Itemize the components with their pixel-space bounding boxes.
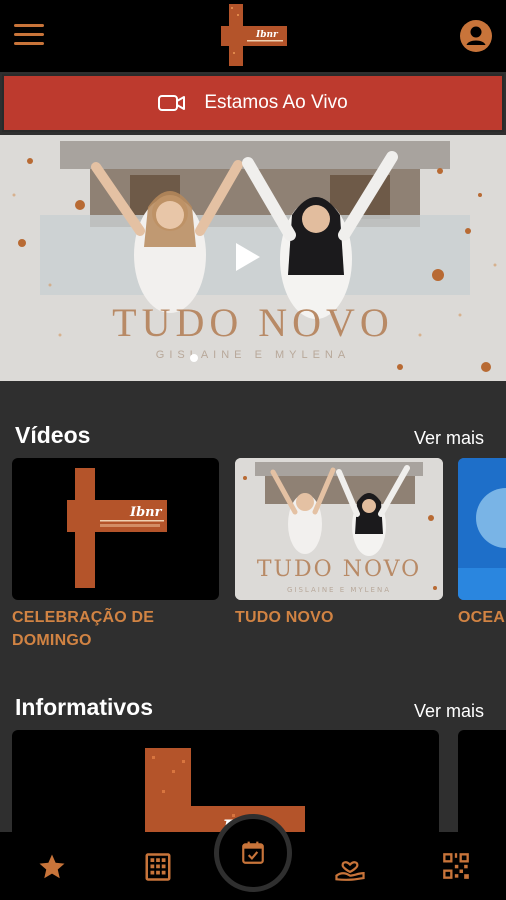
hand-heart-icon[interactable] xyxy=(334,852,366,882)
logo-text: Ibnr xyxy=(255,30,279,40)
hamburger-icon[interactable] xyxy=(14,22,48,48)
video-card-title: OCEA xyxy=(458,609,506,626)
play-icon[interactable] xyxy=(234,241,262,273)
calendar-grid-icon[interactable] xyxy=(143,852,173,882)
account-circle-icon[interactable] xyxy=(460,20,492,52)
video-card[interactable]: TUDO NOVO GISLAINE E MYLENA TUDO NOVO xyxy=(235,458,443,658)
video-card[interactable]: OCEA xyxy=(458,458,506,658)
informativo-thumbnail xyxy=(458,730,506,840)
svg-text:Ibnr: Ibnr xyxy=(129,505,163,520)
videos-see-more-link[interactable]: Ver mais xyxy=(414,428,484,449)
top-app-bar: Ibnr xyxy=(0,0,506,72)
video-thumbnail xyxy=(458,458,506,600)
qr-code-icon[interactable] xyxy=(442,852,470,880)
video-thumbnail-image xyxy=(458,458,506,600)
videos-section-title: Vídeos xyxy=(15,422,91,448)
hero-carousel[interactable]: TUDO NOVO GISLAINE E MYLENA xyxy=(0,135,506,381)
live-label: Estamos Ao Vivo xyxy=(204,92,348,113)
live-now-banner[interactable]: Estamos Ao Vivo xyxy=(2,74,504,132)
hero-title: TUDO NOVO xyxy=(112,300,394,345)
thumbnail-subtitle: GISLAINE E MYLENA xyxy=(287,586,391,594)
informativos-section-title: Informativos xyxy=(15,694,154,720)
hero-subtitle: GISLAINE E MYLENA xyxy=(155,349,351,361)
informativos-see-more-link[interactable]: Ver mais xyxy=(414,701,484,722)
video-camera-icon xyxy=(158,95,186,111)
informativo-card[interactable] xyxy=(458,730,506,840)
thumbnail-title: TUDO NOVO xyxy=(257,557,421,582)
video-thumbnail: TUDO NOVO GISLAINE E MYLENA xyxy=(235,458,443,600)
carousel-indicator-dot[interactable] xyxy=(190,354,198,362)
calendar-check-icon[interactable] xyxy=(240,840,266,866)
church-logo: Ibnr xyxy=(221,4,287,66)
video-card-title: TUDO NOVO xyxy=(235,609,334,626)
church-logo: Ibnr xyxy=(67,468,167,588)
video-thumbnail-image: TUDO NOVO GISLAINE E MYLENA xyxy=(235,458,443,600)
star-icon[interactable] xyxy=(37,852,67,882)
video-card[interactable]: Ibnr CELEBRAÇÃO DE DOMINGO xyxy=(12,458,219,658)
video-card-title: CELEBRAÇÃO DE DOMINGO xyxy=(12,609,155,649)
video-thumbnail: Ibnr xyxy=(12,458,219,600)
